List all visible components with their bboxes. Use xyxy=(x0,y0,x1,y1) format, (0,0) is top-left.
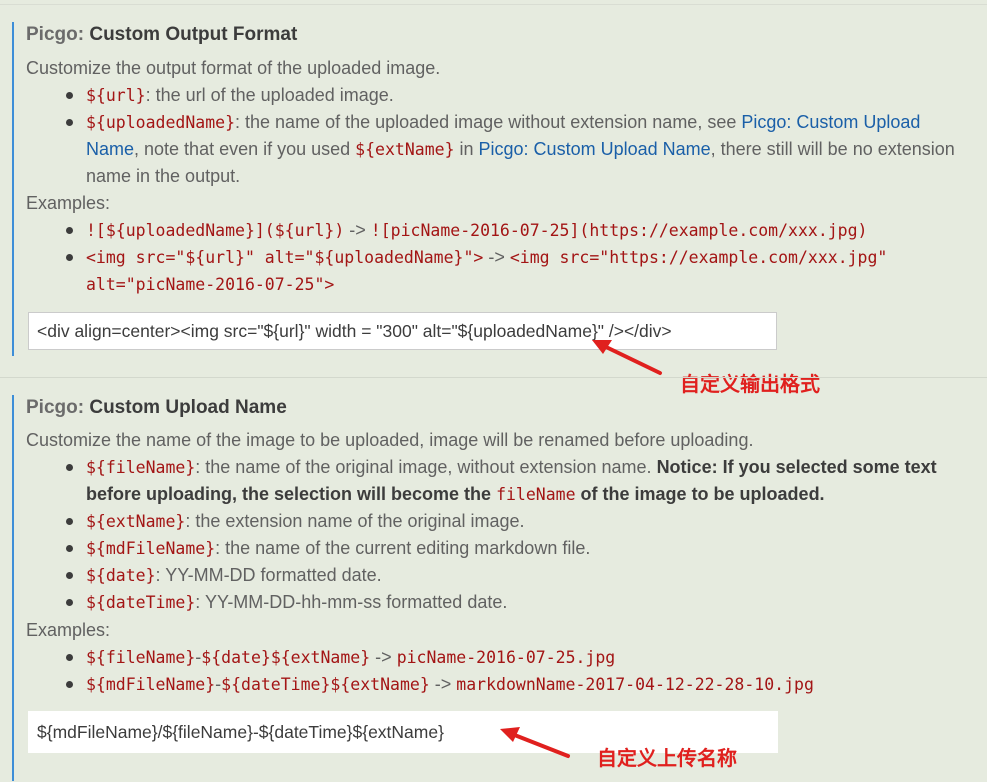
list-item: ${url}: the url of the uploaded image. xyxy=(26,82,966,109)
examples-label: Examples: xyxy=(26,193,111,213)
section-divider xyxy=(0,377,987,378)
link-custom-upload-name[interactable]: Picgo: Custom Upload Name xyxy=(479,139,711,159)
setting-description: Customize the output format of the uploa… xyxy=(26,58,441,78)
list-item: ${mdFileName}: the name of the current e… xyxy=(26,535,966,562)
list-item: ${extName}: the extension name of the or… xyxy=(26,508,966,535)
list-item: ${uploadedName}: the name of the uploade… xyxy=(26,109,966,190)
setting-custom-output-format: Picgo: Custom Output Format Customize th… xyxy=(12,22,987,356)
list-item: ${fileName}-${date}${extName} -> picName… xyxy=(26,644,966,671)
list-item: ![${uploadedName}](${url}) -> ![picName-… xyxy=(26,217,966,244)
list-item: ${dateTime}: YY-MM-DD-hh-mm-ss formatted… xyxy=(26,589,966,616)
list-item: ${date}: YY-MM-DD formatted date. xyxy=(26,562,966,589)
setting-description: Customize the name of the image to be up… xyxy=(26,430,754,450)
placeholder-list: ${fileName}: the name of the original im… xyxy=(26,454,966,616)
setting-title: Picgo: Custom Upload Name xyxy=(26,397,287,418)
list-item: ${mdFileName}-${dateTime}${extName} -> m… xyxy=(26,671,966,698)
examples-label: Examples: xyxy=(26,620,111,640)
list-item: ${fileName}: the name of the original im… xyxy=(26,454,966,508)
annotation-upload-name: 自定义上传名称 xyxy=(597,746,737,770)
annotation-output-format: 自定义输出格式 xyxy=(680,372,820,396)
placeholder-list: ${url}: the url of the uploaded image. $… xyxy=(26,82,966,190)
examples-list: ![${uploadedName}](${url}) -> ![picName-… xyxy=(26,217,966,298)
top-divider xyxy=(0,4,987,5)
annotation-arrow-icon xyxy=(592,340,662,375)
setting-title: Picgo: Custom Output Format xyxy=(26,24,298,45)
annotation-arrow-icon xyxy=(500,727,570,758)
list-item: <img src="${url}" alt="${uploadedName}">… xyxy=(26,244,966,298)
examples-list: ${fileName}-${date}${extName} -> picName… xyxy=(26,644,966,698)
